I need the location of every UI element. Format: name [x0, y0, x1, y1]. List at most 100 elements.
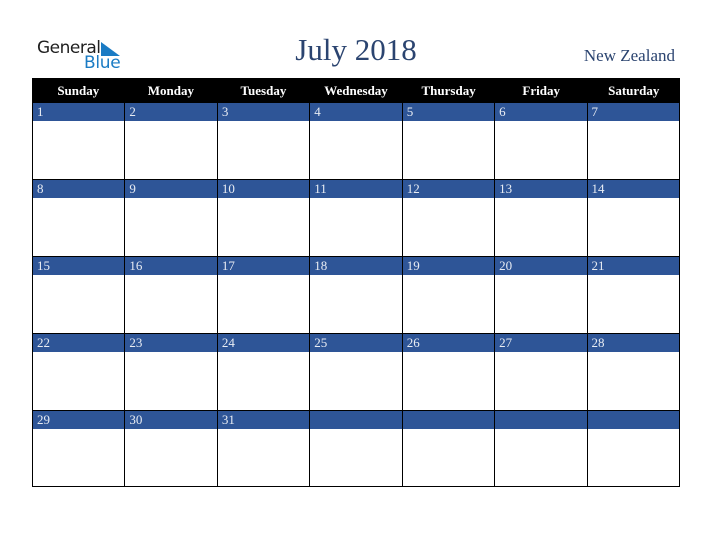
day-notes-area[interactable] — [310, 352, 402, 410]
day-notes-area[interactable] — [587, 198, 679, 256]
day-cell[interactable]: 10 — [217, 179, 311, 256]
day-cell[interactable] — [495, 410, 588, 486]
day-cell[interactable]: 12 — [402, 179, 496, 256]
day-notes-area[interactable] — [402, 121, 495, 179]
day-notes-area[interactable] — [587, 429, 679, 486]
day-number: 13 — [495, 179, 587, 198]
day-notes-area[interactable] — [495, 352, 587, 410]
day-number — [495, 410, 587, 429]
day-notes-area[interactable] — [310, 121, 402, 179]
day-notes-area[interactable] — [217, 121, 310, 179]
day-number: 8 — [33, 179, 125, 198]
day-cell[interactable]: 8 — [33, 179, 126, 256]
day-notes-area[interactable] — [125, 121, 217, 179]
day-number: 4 — [310, 102, 402, 121]
day-cell[interactable]: 26 — [402, 333, 496, 410]
week-row: 8 9 10 11 12 13 14 — [32, 179, 680, 256]
day-cell[interactable]: 13 — [495, 179, 588, 256]
day-notes-area[interactable] — [33, 198, 125, 256]
day-notes-area[interactable] — [587, 121, 679, 179]
day-notes-area[interactable] — [402, 275, 495, 333]
day-cell[interactable]: 31 — [217, 410, 311, 486]
week-row: 22 23 24 25 26 27 28 — [32, 333, 680, 410]
day-notes-area[interactable] — [310, 275, 402, 333]
day-cell[interactable]: 27 — [495, 333, 588, 410]
day-cell[interactable]: 15 — [33, 256, 126, 333]
weekday-header: Thursday — [421, 83, 476, 98]
day-notes-area[interactable] — [125, 198, 217, 256]
day-notes-area[interactable] — [217, 352, 310, 410]
day-notes-area[interactable] — [310, 198, 402, 256]
day-cell[interactable]: 14 — [587, 179, 679, 256]
day-cell[interactable]: 24 — [217, 333, 311, 410]
day-cell[interactable]: 25 — [310, 333, 403, 410]
day-cell[interactable] — [402, 410, 496, 486]
day-notes-area[interactable] — [587, 352, 679, 410]
day-notes-area[interactable] — [125, 352, 217, 410]
day-cell[interactable]: 6 — [495, 102, 588, 179]
day-number: 16 — [125, 256, 217, 275]
day-cell[interactable]: 29 — [33, 410, 126, 486]
day-number: 6 — [495, 102, 587, 121]
week-row: 15 16 17 18 19 20 21 — [32, 256, 680, 333]
day-number: 26 — [402, 333, 495, 352]
weekday-header: Saturday — [608, 83, 660, 98]
day-cell[interactable]: 22 — [33, 333, 126, 410]
day-notes-area[interactable] — [217, 275, 310, 333]
day-notes-area[interactable] — [495, 198, 587, 256]
day-cell[interactable]: 4 — [310, 102, 403, 179]
day-cell[interactable]: 9 — [125, 179, 218, 256]
weekday-header: Monday — [147, 83, 194, 98]
day-notes-area[interactable] — [495, 121, 587, 179]
day-number: 19 — [402, 256, 495, 275]
day-notes-area[interactable] — [495, 429, 587, 486]
day-number: 17 — [217, 256, 310, 275]
day-notes-area[interactable] — [33, 121, 125, 179]
day-notes-area[interactable] — [310, 429, 402, 486]
day-cell[interactable]: 3 — [217, 102, 311, 179]
weeks-container: 1 2 3 4 5 6 7 8 9 10 11 12 13 14 15 16 17 18 19 20 21 22 23 24 2… — [32, 102, 680, 487]
day-cell[interactable]: 7 — [587, 102, 679, 179]
day-cell[interactable]: 30 — [125, 410, 218, 486]
day-notes-area[interactable] — [402, 198, 495, 256]
day-cell[interactable]: 16 — [125, 256, 218, 333]
day-cell[interactable]: 17 — [217, 256, 311, 333]
day-cell[interactable]: 1 — [33, 102, 126, 179]
day-number: 18 — [310, 256, 402, 275]
day-cell[interactable]: 23 — [125, 333, 218, 410]
day-number: 11 — [310, 179, 402, 198]
day-cell[interactable]: 28 — [587, 333, 679, 410]
day-number: 21 — [587, 256, 679, 275]
day-notes-area[interactable] — [402, 429, 495, 486]
day-number: 7 — [587, 102, 679, 121]
day-number: 5 — [402, 102, 495, 121]
day-cell[interactable]: 2 — [125, 102, 218, 179]
day-cell[interactable] — [587, 410, 679, 486]
day-notes-area[interactable] — [587, 275, 679, 333]
day-cell[interactable] — [310, 410, 403, 486]
day-number — [402, 410, 495, 429]
day-notes-area[interactable] — [125, 429, 217, 486]
day-number: 12 — [402, 179, 495, 198]
day-notes-area[interactable] — [33, 275, 125, 333]
day-notes-area[interactable] — [33, 429, 125, 486]
day-number: 30 — [125, 410, 217, 429]
day-cell[interactable]: 5 — [402, 102, 496, 179]
weekday-header: Sunday — [57, 83, 100, 98]
day-cell[interactable]: 19 — [402, 256, 496, 333]
day-cell[interactable]: 18 — [310, 256, 403, 333]
weekday-header: Friday — [522, 83, 560, 98]
day-number: 1 — [33, 102, 125, 121]
day-number: 25 — [310, 333, 402, 352]
day-number: 29 — [33, 410, 125, 429]
day-notes-area[interactable] — [217, 429, 310, 486]
day-notes-area[interactable] — [402, 352, 495, 410]
day-notes-area[interactable] — [495, 275, 587, 333]
day-cell[interactable]: 20 — [495, 256, 588, 333]
day-notes-area[interactable] — [125, 275, 217, 333]
day-cell[interactable]: 21 — [587, 256, 679, 333]
day-notes-area[interactable] — [33, 352, 125, 410]
day-number: 2 — [125, 102, 217, 121]
day-notes-area[interactable] — [217, 198, 310, 256]
day-cell[interactable]: 11 — [310, 179, 403, 256]
